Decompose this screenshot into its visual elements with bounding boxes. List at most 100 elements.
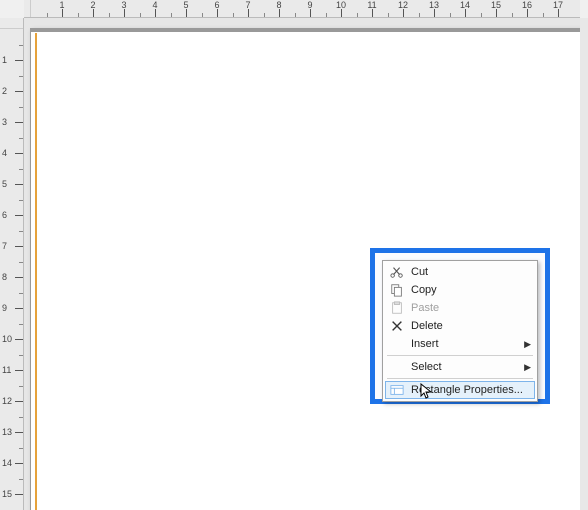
vertical-ruler[interactable]: 123456789101112131415 [0,18,24,510]
page-top-border [31,29,580,32]
document-workspace: 1234567891011121314151617 12345678910111… [0,0,588,510]
menu-item-paste: Paste [385,299,535,317]
ruler-tick [248,9,249,17]
ruler-tick-minor [19,324,23,325]
ruler-tick [434,9,435,17]
ruler-tick-minor [19,231,23,232]
menu-label: Insert [411,338,520,350]
ruler-tick [15,370,23,371]
ruler-tick [310,9,311,17]
page-left-margin-guide [35,33,37,510]
ruler-tick-minor [19,200,23,201]
ruler-tick [15,339,23,340]
ruler-tick-minor [47,13,48,17]
menu-item-rectangle-properties[interactable]: Rectangle Properties... [385,381,535,399]
ruler-tick-minor [19,417,23,418]
ruler-tick-minor [419,13,420,17]
ruler-number: 5 [183,0,188,10]
submenu-arrow-icon: ▶ [524,339,531,350]
ruler-number: 7 [2,241,7,251]
ruler-tick-minor [357,13,358,17]
ruler-tick [15,246,23,247]
vertical-scrollbar[interactable] [580,18,588,510]
ruler-number: 8 [2,272,7,282]
context-menu-highlight: Cut Copy Paste Delete [370,248,550,404]
ruler-tick [15,308,23,309]
ruler-tick-minor [19,355,23,356]
ruler-tick-minor [326,13,327,17]
ruler-tick-minor [19,262,23,263]
ruler-number: 10 [2,334,12,344]
menu-separator [387,378,533,379]
ruler-tick-minor [481,13,482,17]
menu-item-cut[interactable]: Cut [385,263,535,281]
menu-label: Copy [411,284,531,296]
ruler-tick-minor [388,13,389,17]
ruler-tick [558,9,559,17]
ruler-tick [15,91,23,92]
ruler-tick-minor [264,13,265,17]
ruler-tick-minor [171,13,172,17]
ruler-tick-minor [450,13,451,17]
ruler-number: 2 [90,0,95,10]
ruler-number: 2 [2,86,7,96]
ruler-tick-minor [202,13,203,17]
context-menu[interactable]: Cut Copy Paste Delete [382,260,538,402]
ruler-number: 16 [522,0,532,10]
ruler-tick [496,9,497,17]
ruler-tick-minor [543,13,544,17]
ruler-tick [15,432,23,433]
ruler-tick-minor [19,479,23,480]
ruler-tick-minor [109,13,110,17]
menu-label: Paste [411,302,531,314]
menu-separator [387,355,533,356]
menu-label: Select [411,361,520,373]
ruler-tick [527,9,528,17]
ruler-tick [15,277,23,278]
ruler-number: 5 [2,179,7,189]
ruler-tick [15,401,23,402]
horizontal-ruler[interactable]: 1234567891011121314151617 [24,0,580,18]
blank-icon [389,359,405,375]
menu-item-copy[interactable]: Copy [385,281,535,299]
submenu-arrow-icon: ▶ [524,362,531,373]
ruler-number: 15 [491,0,501,10]
ruler-tick [15,463,23,464]
ruler-tick-minor [19,45,23,46]
ruler-number: 6 [214,0,219,10]
ruler-number: 7 [245,0,250,10]
ruler-number: 10 [336,0,346,10]
ruler-number: 13 [2,427,12,437]
ruler-number: 14 [460,0,470,10]
ruler-tick-minor [19,76,23,77]
ruler-tick-minor [233,13,234,17]
menu-item-insert[interactable]: Insert ▶ [385,335,535,353]
ruler-number: 9 [307,0,312,10]
ruler-tick [15,122,23,123]
ruler-tick [62,9,63,17]
menu-item-select[interactable]: Select ▶ [385,358,535,376]
ruler-tick [217,9,218,17]
blank-icon [389,336,405,352]
ruler-tick-minor [19,169,23,170]
ruler-tick-minor [19,107,23,108]
ruler-tick [372,9,373,17]
ruler-tick-minor [19,386,23,387]
ruler-number: 1 [2,55,7,65]
ruler-tick-minor [19,448,23,449]
ruler-tick [124,9,125,17]
ruler-tick [15,184,23,185]
ruler-number: 12 [2,396,12,406]
ruler-number: 11 [2,365,11,375]
ruler-tick [93,9,94,17]
menu-item-delete[interactable]: Delete [385,317,535,335]
menu-label: Delete [411,320,531,332]
ruler-number: 12 [398,0,408,10]
ruler-tick-minor [78,13,79,17]
ruler-tick [465,9,466,17]
menu-label: Rectangle Properties... [411,384,531,396]
clipboard-icon [389,300,405,316]
delete-x-icon [389,318,405,334]
ruler-number: 3 [121,0,126,10]
ruler-number: 4 [152,0,157,10]
